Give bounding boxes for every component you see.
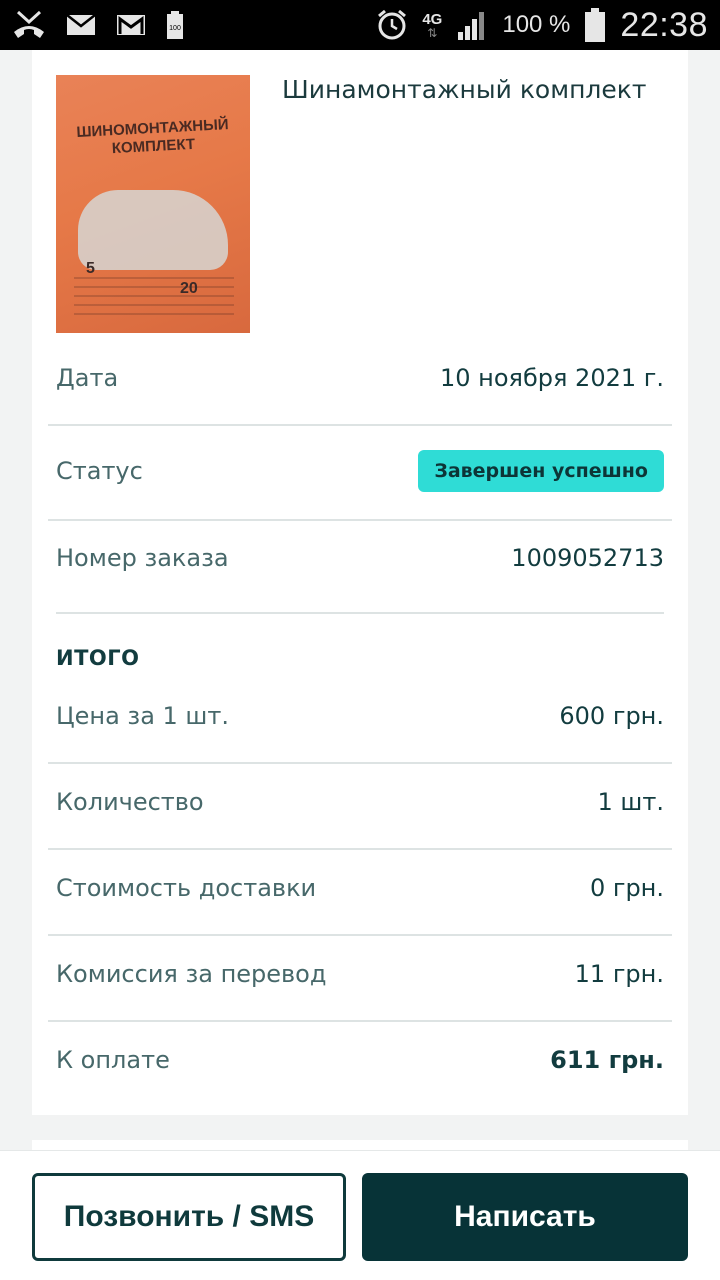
quantity-label: Количество [56, 788, 204, 816]
date-value: 10 ноября 2021 г. [439, 364, 664, 392]
delivery-value: 0 грн. [589, 874, 664, 902]
fee-value: 11 грн. [574, 960, 664, 988]
write-message-button[interactable]: Написать [362, 1173, 688, 1261]
product-title[interactable]: Шинамонтажный комплект [282, 72, 662, 108]
order-number-value: 1009052713 [511, 544, 664, 572]
clock: 22:38 [620, 5, 708, 44]
order-card: ШИНОМОНТАЖНЫЙ КОМПЛЕКТ 5 20 Шинамонтажны… [32, 50, 688, 1115]
divider [48, 934, 672, 936]
data-arrows-icon: ⇅ [427, 25, 438, 40]
divider [48, 762, 672, 764]
status-label: Статус [56, 457, 143, 485]
quantity-row: Количество 1 шт. [56, 788, 664, 816]
signal-icon [456, 10, 488, 40]
total-value: 611 грн. [550, 1046, 664, 1074]
battery-percent: 100 % [502, 11, 571, 38]
total-row: К оплате 611 грн. [56, 1046, 664, 1074]
price-label: Цена за 1 шт. [56, 702, 229, 730]
product-image-number-right: 20 [180, 280, 198, 297]
divider [48, 1020, 672, 1022]
fee-row: Комиссия за перевод 11 грн. [56, 960, 664, 988]
network-type: 4G [422, 10, 443, 28]
order-number-row: Номер заказа 1009052713 [56, 544, 664, 572]
product-image-label: ШИНОМОНТАЖНЫЙ КОМПЛЕКТ [76, 116, 229, 158]
date-row: Дата 10 ноября 2021 г. [56, 364, 664, 392]
date-label: Дата [56, 364, 119, 392]
order-number-label: Номер заказа [56, 544, 229, 572]
totals-heading: ИТОГО [56, 646, 140, 670]
delivery-label: Стоимость доставки [56, 874, 317, 902]
email-icon [66, 14, 96, 36]
status-bar: 100 4G ⇅ 100 % 22:38 [0, 0, 720, 50]
gmail-icon [116, 14, 146, 36]
status-row: Статус Завершен успешно [56, 450, 664, 492]
delivery-row: Стоимость доставки 0 грн. [56, 874, 664, 902]
alarm-icon [376, 9, 408, 41]
battery-small-label: 100 [169, 25, 181, 32]
quantity-value: 1 шт. [597, 788, 664, 816]
battery-small-icon: 100 [166, 11, 184, 39]
price-value: 600 грн. [559, 702, 664, 730]
divider [48, 848, 672, 850]
car-silhouette [78, 190, 228, 270]
product-image[interactable]: ШИНОМОНТАЖНЫЙ КОМПЛЕКТ 5 20 [56, 75, 250, 333]
product-image-number-left: 5 [86, 260, 95, 277]
fee-label: Комиссия за перевод [56, 960, 327, 988]
total-label: К оплате [56, 1046, 170, 1074]
network-indicator: 4G ⇅ [422, 12, 442, 39]
image-text-lines [74, 275, 234, 315]
divider [48, 424, 672, 426]
battery-icon [584, 8, 606, 42]
status-badge: Завершен успешно [418, 450, 664, 492]
divider [56, 612, 664, 614]
call-sms-button[interactable]: Позвонить / SMS [32, 1173, 346, 1261]
divider [48, 519, 672, 521]
missed-call-icon [12, 10, 46, 40]
bottom-action-bar: Позвонить / SMS Написать [0, 1150, 720, 1280]
price-row: Цена за 1 шт. 600 грн. [56, 702, 664, 730]
